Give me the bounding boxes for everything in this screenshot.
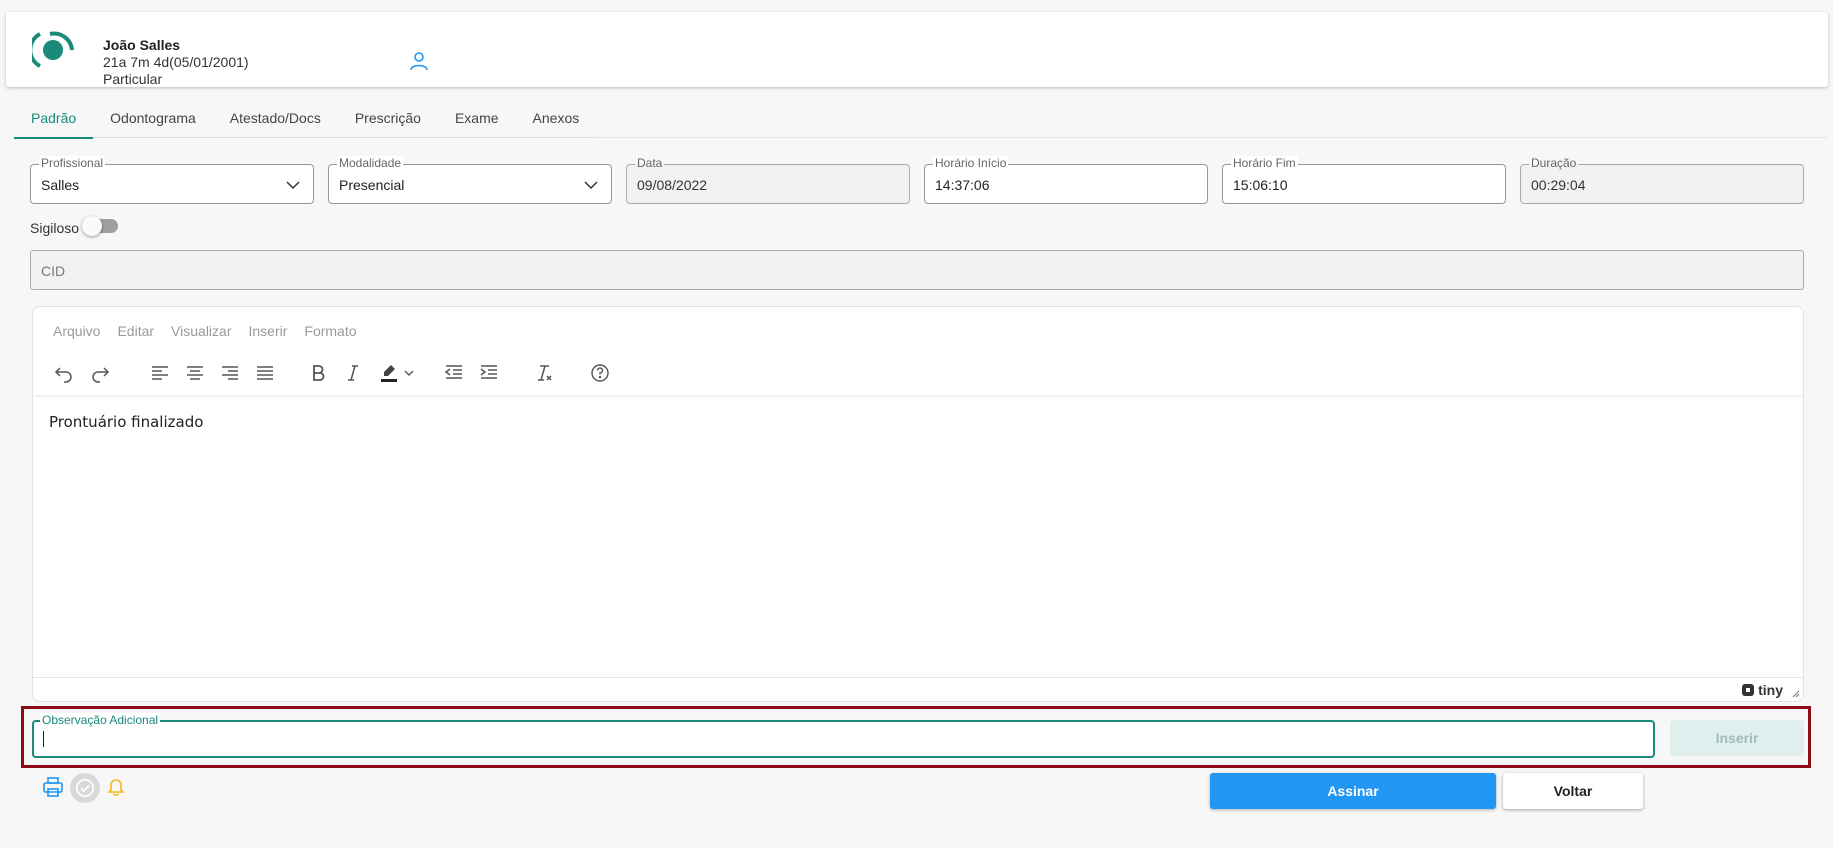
- align-left-button[interactable]: [147, 360, 173, 386]
- outdent-button[interactable]: [441, 360, 467, 386]
- menu-arquivo[interactable]: Arquivo: [53, 323, 100, 339]
- cid-placeholder: CID: [41, 263, 66, 279]
- horario-fim-label: Horário Fim: [1231, 156, 1298, 170]
- horario-fim-field[interactable]: Horário Fim 15:06:10: [1222, 156, 1506, 204]
- observacao-adicional-label: Observação Adicional: [40, 713, 161, 727]
- outdent-icon: [444, 365, 462, 379]
- observacao-adicional-input[interactable]: [42, 730, 1642, 748]
- user-profile-icon[interactable]: [408, 50, 430, 72]
- undo-button[interactable]: [51, 360, 77, 386]
- clear-formatting-button[interactable]: [531, 360, 557, 386]
- patient-name: João Salles: [103, 37, 181, 53]
- tiny-logo-icon: [1742, 684, 1755, 696]
- menu-visualizar[interactable]: Visualizar: [171, 323, 231, 339]
- indent-icon: [480, 365, 497, 379]
- italic-button[interactable]: [340, 360, 366, 386]
- data-label: Data: [635, 156, 665, 170]
- redo-icon: [92, 367, 110, 383]
- editor-content[interactable]: Prontuário finalizado: [49, 413, 203, 431]
- rich-text-editor: Arquivo Editar Visualizar Inserir Format…: [32, 306, 1804, 702]
- sigiloso-label: Sigiloso: [30, 220, 80, 236]
- profissional-select[interactable]: Profissional Salles: [30, 156, 314, 204]
- italic-icon: [348, 365, 358, 381]
- tiny-brand-label: tiny: [1758, 682, 1783, 698]
- align-center-button[interactable]: [182, 360, 208, 386]
- tiny-brand[interactable]: tiny: [1741, 682, 1783, 698]
- menu-formato[interactable]: Formato: [304, 323, 356, 339]
- modalidade-select[interactable]: Modalidade Presencial: [328, 156, 612, 204]
- duracao-label: Duração: [1529, 156, 1579, 170]
- align-justify-button[interactable]: [252, 360, 278, 386]
- check-circle-button[interactable]: [70, 773, 100, 803]
- help-button[interactable]: [587, 360, 613, 386]
- bell-icon[interactable]: [106, 776, 126, 796]
- horario-inicio-field[interactable]: Horário Início 14:37:06: [924, 156, 1208, 204]
- text-caret: [43, 731, 44, 747]
- data-value: 09/08/2022: [637, 177, 708, 193]
- bold-icon: [313, 365, 325, 381]
- menu-inserir[interactable]: Inserir: [248, 323, 287, 339]
- indent-button[interactable]: [476, 360, 502, 386]
- profissional-label: Profissional: [39, 156, 106, 170]
- profissional-value: Salles: [41, 177, 80, 193]
- duracao-field: Duração 00:29:04: [1520, 156, 1804, 204]
- tab-prescricao[interactable]: Prescrição: [338, 104, 438, 138]
- align-center-icon: [187, 366, 203, 380]
- editor-statusbar: tiny: [33, 677, 1803, 701]
- menu-editar[interactable]: Editar: [117, 323, 154, 339]
- tab-exame[interactable]: Exame: [438, 104, 516, 138]
- redo-button[interactable]: [87, 360, 113, 386]
- help-icon: [591, 364, 609, 382]
- assinar-button[interactable]: Assinar: [1210, 773, 1496, 809]
- tab-padrao[interactable]: Padrão: [14, 104, 94, 139]
- chevron-down-icon: [404, 370, 414, 376]
- align-right-icon: [222, 366, 238, 380]
- highlight-color-button[interactable]: [375, 360, 419, 386]
- voltar-button[interactable]: Voltar: [1503, 773, 1643, 809]
- clear-formatting-icon: [538, 365, 552, 381]
- patient-header: João Salles 21a 7m 4d(05/01/2001) Partic…: [6, 12, 1828, 87]
- undo-icon: [54, 367, 72, 383]
- duracao-value: 00:29:04: [1531, 177, 1586, 193]
- resize-handle-icon[interactable]: [1790, 688, 1800, 698]
- highlight-pen-icon: [381, 365, 397, 382]
- inserir-button[interactable]: Inserir: [1670, 720, 1804, 756]
- print-icon[interactable]: [42, 776, 64, 798]
- cid-input[interactable]: CID: [30, 250, 1804, 290]
- toggle-knob[interactable]: [82, 216, 102, 236]
- clinic-logo-icon: [32, 31, 74, 68]
- bold-button[interactable]: [305, 360, 331, 386]
- align-right-button[interactable]: [217, 360, 243, 386]
- align-justify-icon: [257, 366, 273, 380]
- check-circle-icon: [75, 778, 95, 798]
- observacao-adicional-field[interactable]: Observação Adicional: [32, 713, 1655, 758]
- modalidade-label: Modalidade: [337, 156, 404, 170]
- tab-anexos[interactable]: Anexos: [516, 104, 597, 138]
- chevron-down-icon[interactable]: [285, 177, 301, 193]
- patient-age: 21a 7m 4d(05/01/2001): [103, 54, 249, 70]
- patient-plan: Particular: [103, 71, 163, 87]
- horario-inicio-label: Horário Início: [933, 156, 1009, 170]
- horario-fim-value: 15:06:10: [1233, 177, 1288, 193]
- modalidade-value: Presencial: [339, 177, 405, 193]
- tab-odontograma[interactable]: Odontograma: [93, 104, 213, 138]
- editor-header: Arquivo Editar Visualizar Inserir Format…: [33, 307, 1803, 395]
- chevron-down-icon[interactable]: [583, 177, 599, 193]
- data-field: Data 09/08/2022: [626, 156, 910, 204]
- sigiloso-toggle[interactable]: [82, 216, 120, 236]
- editor-menubar: Arquivo Editar Visualizar Inserir Format…: [53, 323, 357, 339]
- tab-atestado-docs[interactable]: Atestado/Docs: [213, 104, 338, 138]
- tab-bar: Padrão Odontograma Atestado/Docs Prescri…: [14, 104, 597, 139]
- horario-inicio-value: 14:37:06: [935, 177, 990, 193]
- align-left-icon: [152, 366, 168, 380]
